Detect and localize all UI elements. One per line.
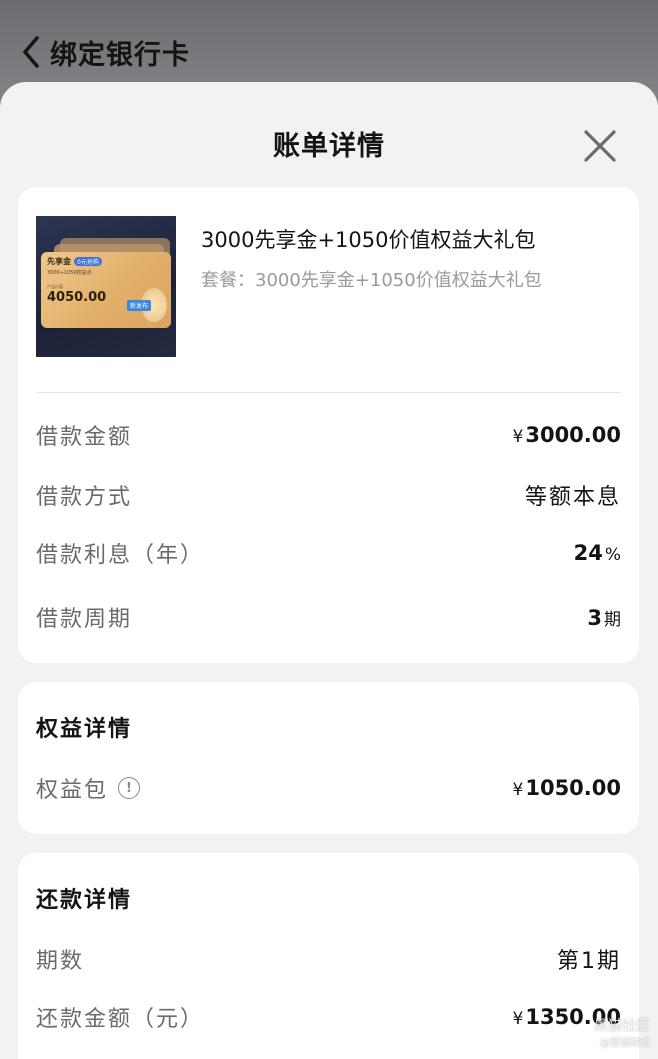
rights-card: 权益详情 权益包 ! ¥1050.00 bbox=[18, 682, 639, 834]
repay-amount-label: 还款金额（元） bbox=[36, 1007, 205, 1032]
repay-period-value: 第1期 bbox=[557, 949, 621, 974]
card-image-front: 先享金 0元抢购 3000+1050权益点 产品价值 4050.00 0元 新发… bbox=[41, 252, 171, 328]
info-icon[interactable]: ! bbox=[118, 777, 141, 799]
watermark-line2: @智通财经 bbox=[600, 1038, 650, 1049]
close-button[interactable] bbox=[580, 126, 620, 166]
watermark-line1: 黑猫社区 bbox=[594, 1018, 650, 1034]
product-name: 3000先享金+1050价值权益大礼包 bbox=[201, 228, 536, 252]
product-image: 先享金 0元抢购 3000+1050权益点 产品价值 4050.00 0元 新发… bbox=[36, 216, 176, 357]
repay-period-label: 期数 bbox=[36, 949, 85, 974]
bill-detail-sheet: 账单详情 先享金 0元抢购 3000+1050权益点 产品价值 4050.00 … bbox=[0, 82, 658, 1059]
loan-interest-label: 借款利息（年） bbox=[36, 543, 205, 568]
watermark: 黑猫社区 @智通财经 bbox=[594, 1017, 650, 1053]
loan-amount-value: ¥3000.00 bbox=[512, 423, 621, 447]
card-badge: 新发布 bbox=[127, 300, 152, 311]
loan-period-value: 3期 bbox=[587, 605, 621, 630]
close-icon bbox=[584, 130, 616, 162]
rights-title: 权益详情 bbox=[36, 717, 133, 742]
divider bbox=[36, 392, 621, 393]
chevron-left-icon bbox=[18, 32, 44, 72]
loan-amount-label: 借款金额 bbox=[36, 425, 133, 450]
card-sub: 3000+1050权益点 bbox=[47, 270, 92, 276]
loan-method-label: 借款方式 bbox=[36, 485, 133, 510]
sheet-title: 账单详情 bbox=[273, 131, 385, 162]
loan-method-row: 借款方式 等额本息 bbox=[36, 475, 621, 515]
rights-package-row: 权益包 ! ¥1050.00 bbox=[36, 768, 621, 808]
rights-package-text: 权益包 bbox=[36, 778, 109, 803]
repay-title: 还款详情 bbox=[36, 888, 133, 913]
loan-method-value: 等额本息 bbox=[524, 485, 621, 510]
loan-interest-row: 借款利息（年） 24% bbox=[36, 533, 621, 573]
rights-package-label: 权益包 ! bbox=[36, 772, 141, 804]
loan-card: 先享金 0元抢购 3000+1050权益点 产品价值 4050.00 0元 新发… bbox=[18, 187, 639, 663]
repay-amount-row: 还款金额（元） ¥1350.00 bbox=[36, 997, 621, 1037]
repay-period-row: 期数 第1期 bbox=[36, 939, 621, 979]
card-pill: 0元抢购 bbox=[74, 257, 102, 266]
back-button[interactable]: 绑定银行卡 bbox=[18, 28, 190, 76]
loan-period-row: 借款周期 3期 bbox=[36, 597, 621, 637]
page-title: 绑定银行卡 bbox=[50, 39, 190, 71]
repay-card: 还款详情 期数 第1期 还款金额（元） ¥1350.00 bbox=[18, 853, 639, 1059]
card-name: 先享金 bbox=[47, 257, 71, 266]
loan-period-label: 借款周期 bbox=[36, 607, 133, 632]
product-package: 套餐：3000先享金+1050价值权益大礼包 bbox=[201, 270, 542, 291]
loan-amount-row: 借款金额 ¥3000.00 bbox=[36, 415, 621, 455]
rights-package-value: ¥1050.00 bbox=[512, 776, 621, 800]
loan-interest-value: 24% bbox=[573, 541, 621, 565]
